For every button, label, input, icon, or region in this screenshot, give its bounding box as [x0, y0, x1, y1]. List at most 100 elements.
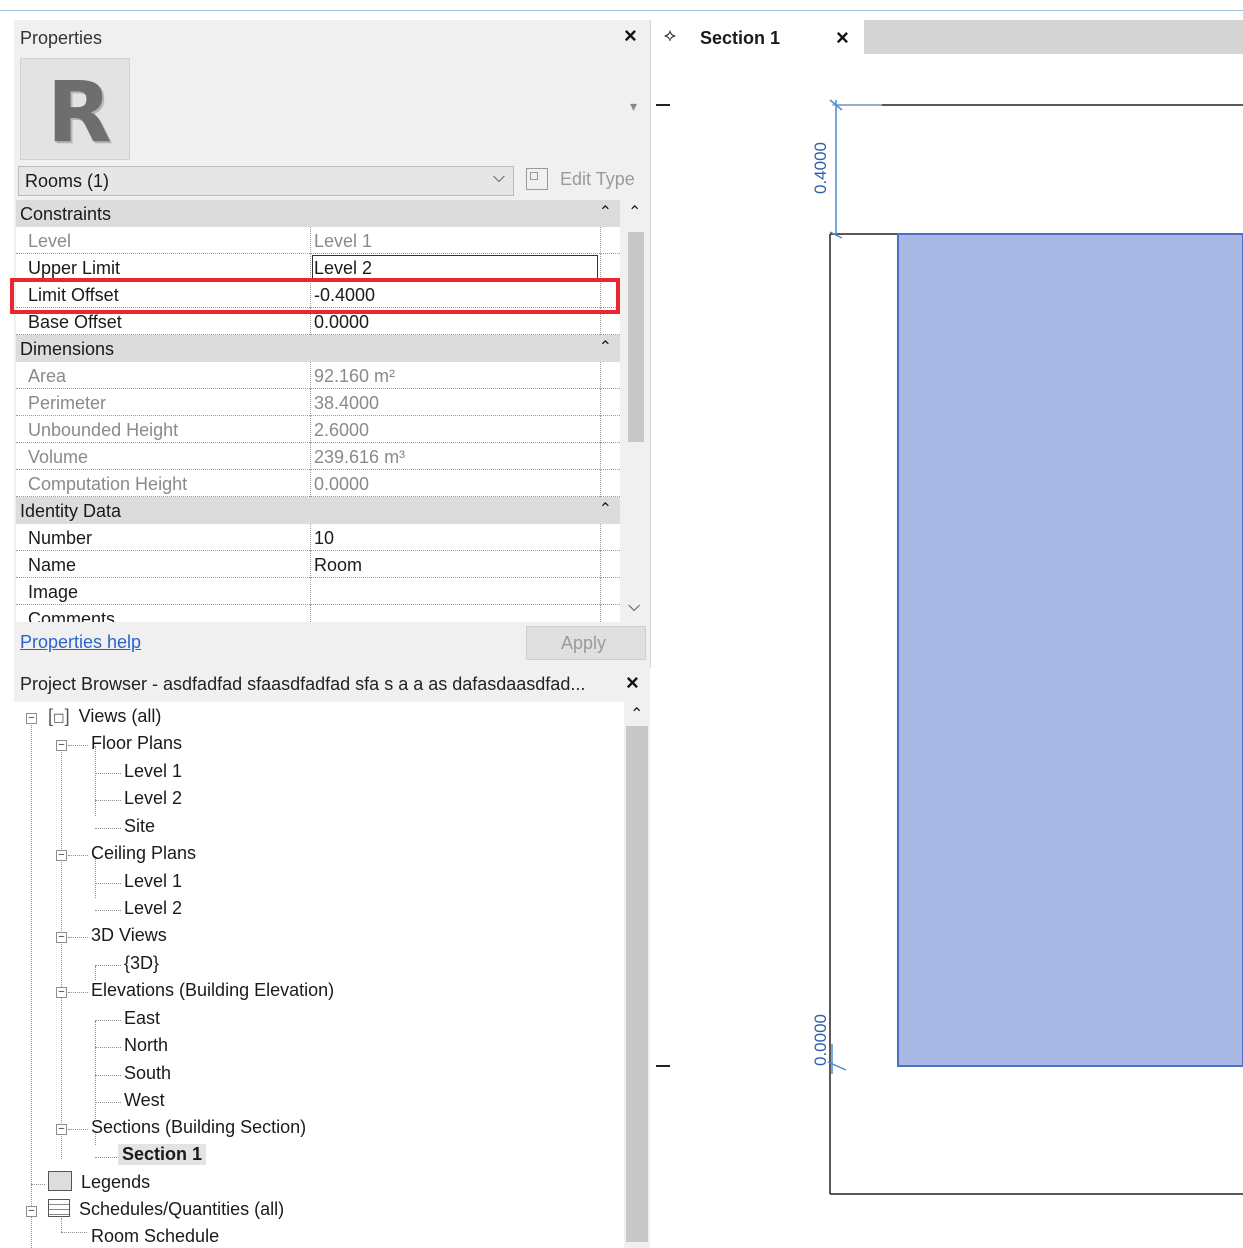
tree-item-level-2[interactable]: Level 2 [124, 898, 182, 919]
property-value: 0.0000 [314, 474, 370, 494]
tree-item-north[interactable]: North [124, 1035, 168, 1056]
collapse-toggle-icon[interactable]: − [56, 850, 67, 861]
pin-icon[interactable]: ⟡ [664, 25, 676, 46]
properties-help-link[interactable]: Properties help [20, 632, 141, 653]
chevron-down-icon[interactable]: ⌵ [493, 169, 505, 187]
collapse-toggle-icon[interactable]: − [56, 1124, 67, 1135]
group-label: Dimensions [20, 339, 115, 359]
tree-item-east[interactable]: East [124, 1008, 160, 1029]
tree-item-schedules[interactable]: Schedules/Quantities (all) [48, 1199, 284, 1220]
tab-close-icon[interactable]: × [836, 25, 849, 51]
tree-item-level-2[interactable]: Level 2 [124, 788, 182, 809]
scroll-thumb[interactable] [628, 232, 644, 442]
tree-item-sections[interactable]: Sections (Building Section) [91, 1117, 306, 1138]
tree-item-legends[interactable]: Legends [48, 1171, 150, 1193]
view-tab-strip: ⟡ Section 1 × [656, 20, 1243, 54]
tree-item-level-1[interactable]: Level 1 [124, 761, 182, 782]
tree-item-views[interactable]: [◻] Views (all) [48, 706, 161, 727]
type-preview-area[interactable]: ▾ [132, 58, 650, 158]
tree-label: Views (all) [78, 706, 162, 726]
tree-item-floor-plans[interactable]: Floor Plans [91, 733, 182, 754]
name-field[interactable]: Room [314, 555, 362, 576]
scroll-up-icon[interactable]: ⌃ [628, 202, 641, 222]
collapse-toggle-icon[interactable]: − [56, 932, 67, 943]
tab-label: Section 1 [700, 28, 781, 48]
project-browser-scrollbar[interactable]: ⌃ [624, 702, 650, 1248]
property-key: Perimeter [28, 393, 107, 413]
property-row[interactable]: Computation Height 0.0000 [16, 470, 620, 497]
scroll-thumb[interactable] [626, 726, 648, 1242]
property-value: 239.616 m³ [314, 447, 406, 467]
group-dimensions[interactable]: Dimensions ⌃ [16, 335, 620, 362]
tree-item-south[interactable]: South [124, 1063, 171, 1084]
section-canvas[interactable]: 0.4000 0.0000 [656, 54, 1243, 1248]
collapse-toggle-icon[interactable]: − [26, 1206, 37, 1217]
tree-item-ceiling-plans[interactable]: Ceiling Plans [91, 843, 196, 864]
property-row[interactable]: Area 92.160 m² [16, 362, 620, 389]
properties-header: Properties × [14, 20, 650, 54]
tree-item-level-1[interactable]: Level 1 [124, 871, 182, 892]
property-key: Image [28, 582, 79, 602]
number-field[interactable]: 10 [314, 528, 334, 549]
edit-type-button[interactable]: Edit Type [522, 166, 646, 194]
group-identity-data[interactable]: Identity Data ⌃ [16, 497, 620, 524]
property-row[interactable]: Name Room [16, 551, 620, 578]
tree-label: Legends [81, 1172, 151, 1192]
property-row[interactable]: Perimeter 38.4000 [16, 389, 620, 416]
edit-type-label: Edit Type [560, 169, 635, 189]
property-key: Computation Height [28, 474, 188, 494]
property-row[interactable]: Number 10 [16, 524, 620, 551]
group-label: Identity Data [20, 501, 122, 521]
group-label: Constraints [20, 204, 112, 224]
base-offset-field[interactable]: 0.0000 [314, 312, 369, 333]
project-browser: Project Browser - asdfadfad sfaasdfadfad… [14, 668, 650, 1248]
scroll-up-icon[interactable]: ⌃ [630, 704, 643, 724]
top-border [0, 10, 1243, 11]
schedule-icon [48, 1199, 70, 1217]
property-row[interactable]: Unbounded Height 2.6000 [16, 416, 620, 443]
room-region [897, 233, 1243, 1067]
tree-item-west[interactable]: West [124, 1090, 165, 1111]
property-key: Name [28, 555, 77, 575]
type-dropdown-arrow-icon[interactable]: ▾ [630, 98, 637, 115]
property-row[interactable]: Volume 239.616 m³ [16, 443, 620, 470]
tree-item-section-1[interactable]: Section 1 [118, 1144, 207, 1165]
project-browser-close-icon[interactable]: × [626, 670, 639, 696]
tree-item-elevations[interactable]: Elevations (Building Elevation) [91, 980, 334, 1001]
property-key: Upper Limit [28, 258, 121, 278]
properties-close-icon[interactable]: × [624, 23, 637, 49]
collapse-toggle-icon[interactable]: − [56, 987, 67, 998]
property-row[interactable]: Image [16, 578, 620, 605]
type-selector[interactable]: Rooms (1) ⌵ [18, 166, 514, 196]
tree-item-site[interactable]: Site [124, 816, 155, 837]
properties-panel: Properties × R ▾ Rooms (1) ⌵ Edit Type C… [14, 20, 651, 668]
property-key: Level [28, 231, 72, 251]
property-value: 2.6000 [314, 420, 370, 440]
dimension-label-top[interactable]: 0.4000 [811, 142, 830, 194]
property-key: Volume [28, 447, 89, 467]
property-key: Base Offset [28, 312, 122, 332]
dimension-label-bottom[interactable]: 0.0000 [811, 1014, 830, 1066]
property-key: Number [28, 528, 93, 548]
collapse-icon[interactable]: ⌃ [599, 499, 612, 519]
tree-item-3d-views[interactable]: 3D Views [91, 925, 167, 946]
views-icon: [◻] [48, 706, 70, 726]
collapse-toggle-icon[interactable]: − [26, 713, 37, 724]
property-key: Comments [28, 609, 116, 622]
property-key: Unbounded Height [28, 420, 179, 440]
properties-scrollbar[interactable]: ⌃ ⌵ [620, 200, 650, 622]
group-constraints[interactable]: Constraints ⌃ [16, 200, 620, 227]
collapse-icon[interactable]: ⌃ [599, 202, 612, 222]
tree-item-room-schedule[interactable]: Room Schedule [91, 1226, 219, 1247]
property-row[interactable]: Level Level 1 [16, 227, 620, 254]
tree-item-3d[interactable]: {3D} [124, 953, 159, 974]
collapse-toggle-icon[interactable]: − [56, 740, 67, 751]
project-browser-header: Project Browser - asdfadfad sfaasdfadfad… [14, 668, 650, 702]
apply-button[interactable]: Apply [526, 626, 646, 660]
tab-section-1[interactable]: ⟡ Section 1 × [656, 20, 864, 54]
collapse-icon[interactable]: ⌃ [599, 337, 612, 357]
property-row[interactable]: Comments [16, 605, 620, 622]
scroll-down-icon[interactable]: ⌵ [628, 598, 640, 616]
property-row[interactable]: Upper Limit Level 2 [16, 254, 620, 281]
revit-logo-icon: R [47, 63, 112, 161]
